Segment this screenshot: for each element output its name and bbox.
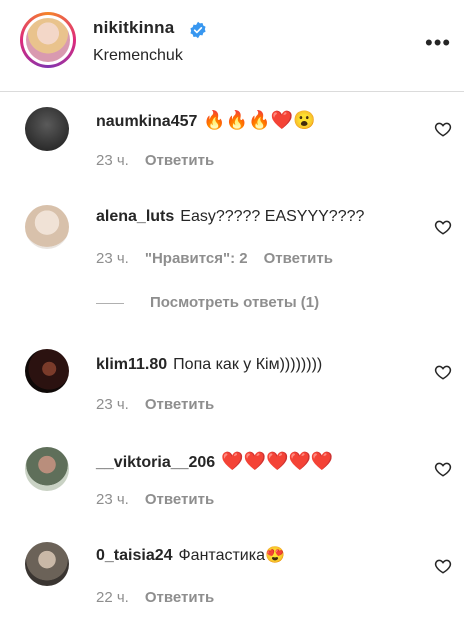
reply-button[interactable]: Ответить [145, 589, 214, 606]
reply-button[interactable]: Ответить [145, 152, 214, 169]
header-location[interactable]: Kremenchuk [93, 47, 183, 65]
comment-meta: 23 ч. Ответить [96, 396, 214, 413]
avatar[interactable] [25, 447, 69, 491]
comment-text: 0_taisia24 Фантастика😍 [96, 545, 285, 565]
comment-time: 23 ч. [96, 152, 129, 169]
comment-time: 23 ч. [96, 396, 129, 413]
comment: 0_taisia24 Фантастика😍 22 ч. Ответить [0, 531, 464, 623]
view-replies-button[interactable]: Посмотреть ответы (1) [96, 294, 319, 311]
heart-outline-icon[interactable] [434, 218, 452, 236]
post-header: nikitkinna Kremenchuk ••• [0, 0, 464, 92]
comment-username[interactable]: naumkina457 [96, 113, 197, 130]
comment-meta: 23 ч. Ответить [96, 491, 214, 508]
avatar[interactable] [25, 205, 69, 249]
header-username[interactable]: nikitkinna [93, 18, 174, 38]
comment-body: 🔥🔥🔥❤️😮 [203, 110, 316, 130]
comment: alena_luts Easy????? EASYYY???? 23 ч. "Нра… [0, 190, 464, 282]
comment-body: Фантастика😍 [178, 547, 285, 564]
comment-time: 22 ч. [96, 589, 129, 606]
comment-text: alena_luts Easy????? EASYYY???? [96, 208, 364, 226]
comment-username[interactable]: __viktoria__206 [96, 454, 215, 471]
comment-body: Easy????? EASYYY???? [180, 208, 365, 225]
reply-button[interactable]: Ответить [145, 396, 214, 413]
comment-text: naumkina457 🔥🔥🔥❤️😮 [96, 110, 315, 131]
avatar[interactable] [25, 107, 69, 151]
comment-likes[interactable]: "Нравится": 2 [145, 250, 248, 267]
comment-username[interactable]: klim11.80 [96, 356, 167, 373]
reply-button[interactable]: Ответить [145, 491, 214, 508]
comment-username[interactable]: 0_taisia24 [96, 547, 173, 564]
profile-avatar[interactable] [20, 12, 76, 68]
comment-body: Попа как у Кім)))))))) [173, 356, 323, 373]
comment-text: klim11.80 Попа как у Кім)))))))) [96, 356, 322, 374]
avatar[interactable] [25, 349, 69, 393]
replies-divider [96, 302, 124, 304]
reply-button[interactable]: Ответить [264, 250, 333, 267]
heart-outline-icon[interactable] [434, 120, 452, 138]
comment-time: 23 ч. [96, 491, 129, 508]
heart-outline-icon[interactable] [434, 363, 452, 381]
comment: klim11.80 Попа как у Кім)))))))) 23 ч. Отв… [0, 340, 464, 432]
avatar[interactable] [25, 542, 69, 586]
verified-badge-icon [190, 21, 206, 39]
comment-username[interactable]: alena_luts [96, 208, 174, 225]
heart-outline-icon[interactable] [434, 557, 452, 575]
comment-meta: 23 ч. "Нравится": 2 Ответить [96, 250, 333, 267]
comment-text: __viktoria__206 ❤️❤️❤️❤️❤️ [96, 451, 333, 472]
comment: __viktoria__206 ❤️❤️❤️❤️❤️ 23 ч. Ответить [0, 437, 464, 529]
more-options-icon[interactable]: ••• [425, 32, 451, 54]
comment-meta: 22 ч. Ответить [96, 589, 214, 606]
comment-body: ❤️❤️❤️❤️❤️ [221, 451, 334, 471]
heart-outline-icon[interactable] [434, 460, 452, 478]
comment-time: 23 ч. [96, 250, 129, 267]
comment-meta: 23 ч. Ответить [96, 152, 214, 169]
comment: naumkina457 🔥🔥🔥❤️😮 23 ч. Ответить [0, 92, 464, 184]
view-replies-label: Посмотреть ответы (1) [150, 294, 320, 311]
